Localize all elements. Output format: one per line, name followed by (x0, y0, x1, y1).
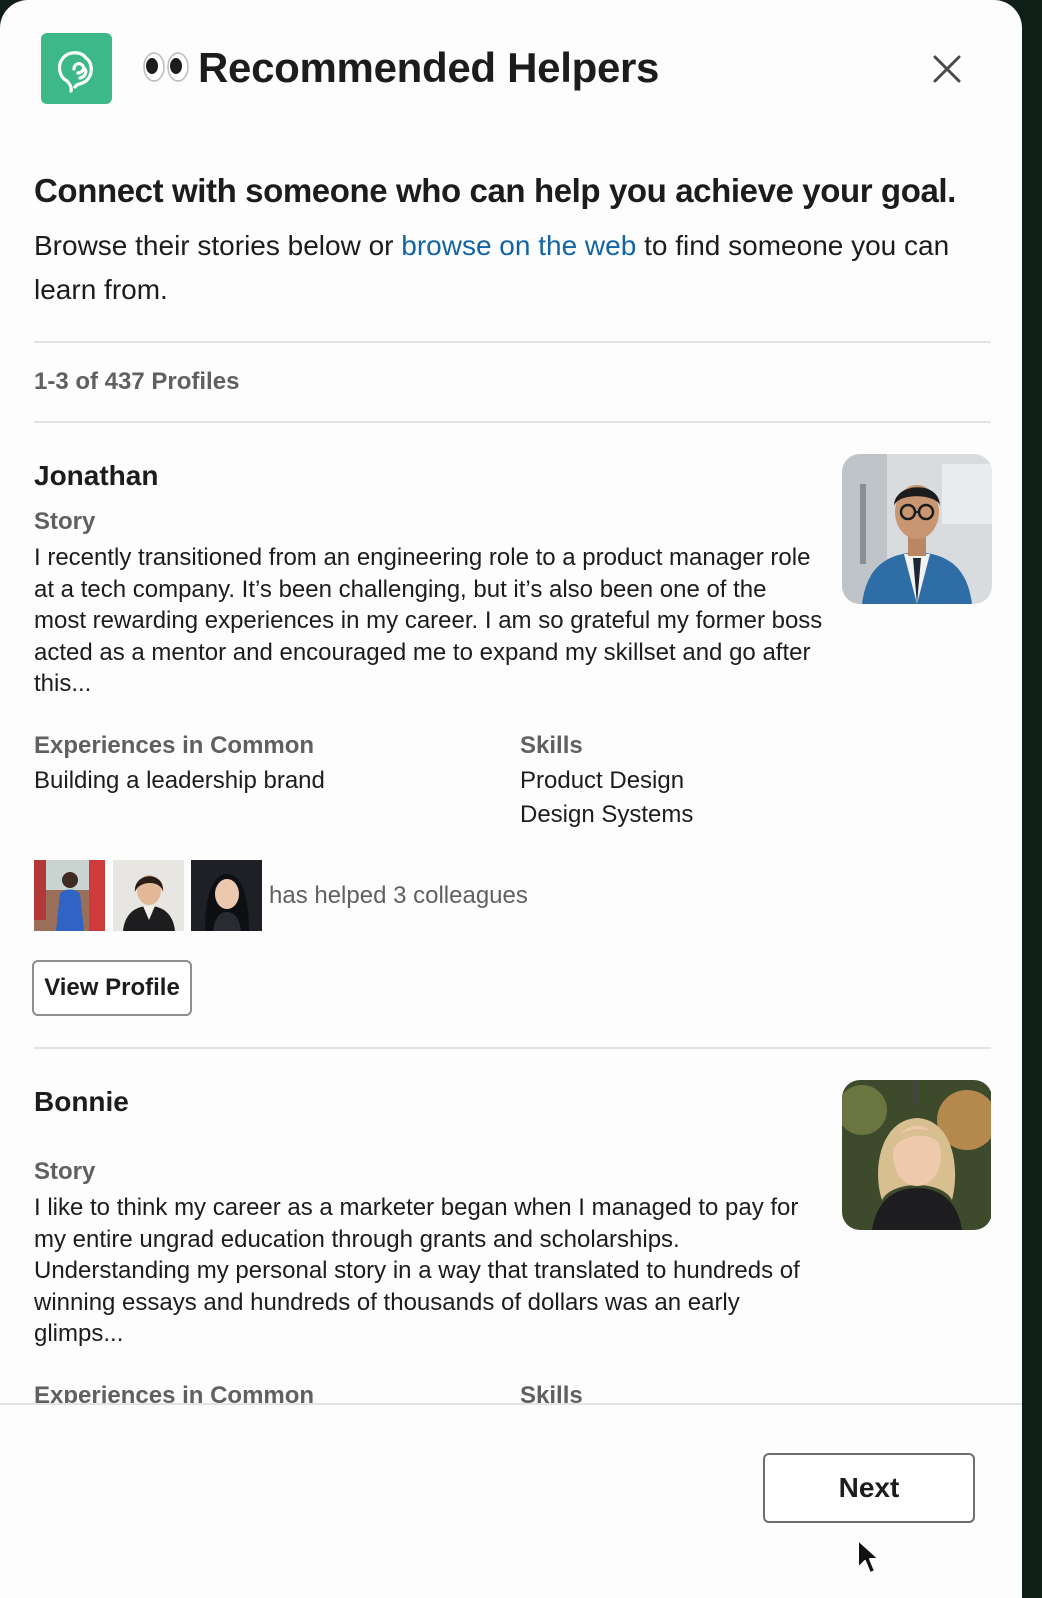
skills-label: Skills (520, 1382, 583, 1403)
profile-name: Bonnie (34, 1086, 129, 1117)
helped-count-text: has helped 3 colleagues (269, 882, 528, 909)
profile-card-jonathan: Jonathan Story I recently transitioned f… (32, 440, 992, 1040)
profile-photo[interactable] (842, 1080, 991, 1230)
intro-headline: Connect with someone who can help you ac… (34, 172, 956, 209)
profile-photo[interactable] (842, 454, 992, 604)
colleague-avatar[interactable] (113, 860, 184, 931)
story-text: I like to think my career as a marketer … (34, 1194, 800, 1347)
recommended-helpers-modal: Recommended Helpers Connect with someone… (0, 0, 1022, 1598)
divider (34, 421, 991, 423)
profile-name: Jonathan (34, 460, 159, 491)
modal-header: Recommended Helpers (0, 0, 1022, 140)
close-icon[interactable] (926, 48, 968, 90)
story-label: Story (34, 1158, 96, 1185)
divider (34, 341, 991, 343)
experiences-label: Experiences in Common (34, 732, 315, 759)
profile-card-bonnie: Bonnie Story I like to think my career a… (34, 1066, 991, 1403)
story-label: Story (34, 508, 96, 535)
colleague-avatar[interactable] (191, 860, 262, 931)
helper-app-icon (41, 33, 112, 104)
helped-colleagues-avatars (34, 860, 264, 931)
skill-item: Product Design (520, 767, 685, 794)
skills-label: Skills (520, 732, 583, 759)
eyes-emoji-icon (143, 52, 189, 82)
next-button[interactable]: Next (763, 1453, 975, 1523)
story-text: I recently transitioned from an engineer… (34, 544, 823, 697)
experience-item: Building a leadership brand (34, 767, 325, 794)
experiences-label: Experiences in Common (34, 1382, 315, 1403)
intro-text-before-link: Browse their stories below or (34, 230, 402, 261)
browse-on-web-link[interactable]: browse on the web (401, 230, 636, 261)
mouse-cursor-icon (857, 1539, 880, 1574)
results-count: 1-3 of 437 Profiles (34, 368, 240, 395)
view-profile-button[interactable]: View Profile (32, 960, 192, 1016)
skill-item: Design Systems (520, 801, 694, 828)
intro-text: Browse their stories below or browse on … (34, 224, 1002, 312)
divider (34, 1047, 991, 1049)
colleague-avatar[interactable] (34, 860, 105, 931)
modal-title: Recommended Helpers (198, 44, 660, 91)
